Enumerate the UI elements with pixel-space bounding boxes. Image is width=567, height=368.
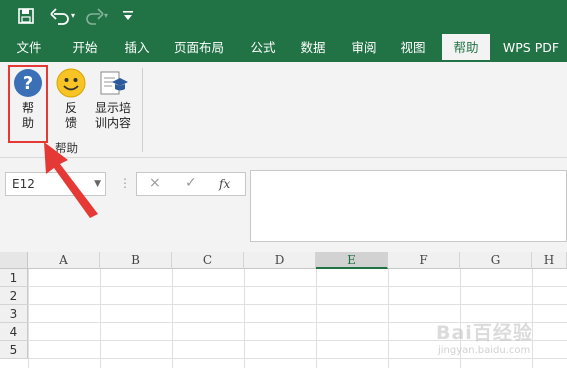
tab-insert[interactable]: 插入 bbox=[114, 34, 160, 62]
row-header-4[interactable]: 4 bbox=[0, 323, 28, 341]
ribbon-panel: ? 帮 助 反 馈 显示培 训内容 帮助 bbox=[0, 62, 567, 158]
row-header-5[interactable]: 5 bbox=[0, 341, 28, 359]
training-icon bbox=[98, 71, 128, 101]
formula-buttons: × ✓ fx bbox=[136, 172, 246, 196]
baidu-watermark: Bai百经验 jingyan.baidu.com bbox=[436, 318, 564, 364]
select-all-corner[interactable] bbox=[0, 252, 28, 269]
undo-dropdown-icon[interactable]: ▾ bbox=[71, 11, 79, 31]
feedback-label-1: 反 bbox=[64, 101, 77, 115]
save-icon[interactable] bbox=[18, 7, 34, 27]
watermark-main: Bai百经验 bbox=[436, 322, 533, 344]
quick-access-toolbar: ▾ ▾ bbox=[0, 0, 567, 34]
redo-icon[interactable] bbox=[86, 7, 104, 27]
tab-review[interactable]: 审阅 bbox=[341, 34, 387, 62]
feedback-button[interactable]: 反 馈 bbox=[54, 68, 88, 131]
column-header-h[interactable]: H bbox=[532, 252, 567, 269]
row-header-1[interactable]: 1 bbox=[0, 269, 28, 287]
name-box-value: E12 bbox=[12, 177, 35, 191]
row-header-2[interactable]: 2 bbox=[0, 287, 28, 305]
tab-wps-pdf[interactable]: WPS PDF bbox=[497, 34, 565, 62]
name-box[interactable]: E12 ▼ bbox=[5, 172, 106, 196]
column-header-a[interactable]: A bbox=[28, 252, 100, 269]
tab-view[interactable]: 视图 bbox=[390, 34, 436, 62]
help-highlight-box bbox=[8, 65, 48, 143]
tab-formulas[interactable]: 公式 bbox=[240, 34, 286, 62]
ribbon-tabs: 文件 开始 插入 页面布局 公式 数据 审阅 视图 帮助 WPS PDF bbox=[0, 34, 567, 62]
insert-function-icon[interactable]: fx bbox=[219, 177, 230, 191]
training-label-1: 显示培 bbox=[94, 101, 131, 115]
feedback-label-2: 馈 bbox=[64, 116, 77, 130]
undo-icon[interactable] bbox=[50, 7, 72, 27]
name-box-dropdown-icon[interactable]: ▼ bbox=[94, 173, 101, 195]
column-header-e[interactable]: E bbox=[316, 252, 388, 269]
formula-input[interactable] bbox=[250, 170, 567, 242]
formula-bar-area: E12 ▼ ⋮ × ✓ fx bbox=[0, 158, 567, 252]
help-group-label: 帮助 bbox=[55, 141, 78, 155]
smiley-icon bbox=[56, 68, 86, 101]
customize-qat-icon[interactable] bbox=[122, 9, 134, 29]
training-label-2: 训内容 bbox=[94, 116, 131, 130]
tab-data[interactable]: 数据 bbox=[290, 34, 336, 62]
cancel-icon[interactable]: × bbox=[149, 175, 161, 191]
tab-home[interactable]: 开始 bbox=[62, 34, 108, 62]
formula-bar-grip[interactable]: ⋮ bbox=[119, 176, 131, 190]
column-header-f[interactable]: F bbox=[388, 252, 460, 269]
enter-icon[interactable]: ✓ bbox=[185, 175, 197, 191]
column-header-b[interactable]: B bbox=[100, 252, 172, 269]
column-header-g[interactable]: G bbox=[460, 252, 532, 269]
tab-file[interactable]: 文件 bbox=[8, 34, 50, 62]
watermark-sub: jingyan.baidu.com bbox=[438, 345, 531, 356]
tab-help[interactable]: 帮助 bbox=[442, 34, 490, 62]
row-header-3[interactable]: 3 bbox=[0, 305, 28, 323]
redo-dropdown-icon[interactable]: ▾ bbox=[104, 11, 112, 31]
show-training-button[interactable]: 显示培 训内容 bbox=[92, 68, 134, 131]
tab-page-layout[interactable]: 页面布局 bbox=[166, 34, 232, 62]
column-header-d[interactable]: D bbox=[244, 252, 316, 269]
column-header-c[interactable]: C bbox=[172, 252, 244, 269]
group-separator bbox=[142, 68, 143, 152]
